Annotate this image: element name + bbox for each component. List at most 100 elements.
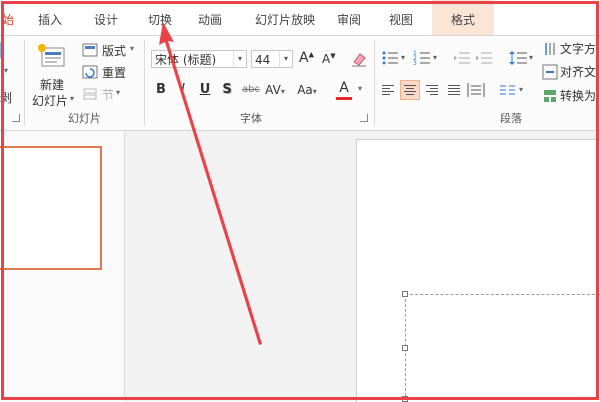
justify-icon: [448, 85, 460, 97]
left-partial-label[interactable]: 剥: [0, 89, 12, 106]
font-color-button[interactable]: A: [336, 80, 352, 100]
italic-button[interactable]: I: [176, 80, 190, 100]
font-color-label: A: [339, 80, 349, 96]
align-right-button[interactable]: [422, 80, 442, 100]
title-placeholder[interactable]: [405, 294, 600, 401]
shrink-font-label: A: [322, 52, 331, 66]
clipboard-launcher-icon[interactable]: [12, 114, 20, 122]
new-slide-dropdown-icon: ▾: [70, 94, 75, 103]
bullets-dropdown-icon[interactable]: ▾: [401, 53, 405, 62]
tab-review[interactable]: 审阅: [326, 0, 372, 35]
tab-insert[interactable]: 插入: [24, 0, 76, 35]
numbering-icon: 123: [413, 50, 430, 67]
tab-transitions[interactable]: 切换: [134, 0, 186, 35]
align-center-icon: [404, 85, 416, 97]
align-left-icon: [382, 85, 394, 97]
font-launcher-icon[interactable]: [360, 114, 368, 122]
layout-icon: [82, 43, 98, 57]
bullets-icon: [382, 51, 398, 65]
columns-button[interactable]: [498, 80, 518, 100]
text-direction-button[interactable]: 文字方: [542, 40, 600, 58]
align-left-button[interactable]: [378, 80, 398, 100]
char-spacing-button[interactable]: AV▾: [264, 80, 286, 100]
font-size-dropdown-icon[interactable]: ▾: [279, 51, 292, 67]
section-button[interactable]: 节 ▾: [82, 86, 138, 104]
layout-dropdown-icon: ▾: [130, 44, 135, 53]
columns-dropdown-icon[interactable]: ▾: [519, 85, 523, 94]
section-dropdown-icon: ▾: [116, 88, 121, 97]
reset-button[interactable]: 重置: [82, 64, 138, 82]
line-spacing-icon: [509, 51, 527, 65]
grow-font-button[interactable]: A▲: [299, 50, 314, 66]
slide-thumbnail[interactable]: [0, 146, 102, 270]
section-icon: [83, 88, 97, 100]
dropdown-arrow: ▾: [4, 66, 9, 75]
numbering-button[interactable]: 123: [412, 48, 432, 68]
grow-font-label: A: [299, 50, 309, 66]
tab-animations[interactable]: 动画: [184, 0, 236, 35]
justify-button[interactable]: [444, 80, 464, 100]
font-size-combo[interactable]: 44 ▾: [251, 50, 293, 68]
align-text-icon: [542, 64, 558, 80]
tab-slideshow[interactable]: 幻灯片放映: [242, 0, 328, 35]
change-case-button[interactable]: Aa▾: [294, 80, 320, 100]
resize-handle[interactable]: [402, 396, 408, 402]
tab-home[interactable]: 始: [0, 0, 16, 35]
increase-indent-icon: [476, 52, 492, 64]
paste-icon-partial[interactable]: [0, 42, 4, 58]
new-slide-button[interactable]: 新建 幻灯片 ▾: [30, 40, 76, 108]
align-center-button[interactable]: [400, 80, 420, 100]
convert-smartart-button[interactable]: 转换为: [542, 87, 600, 105]
text-direction-label: 文字方: [560, 42, 597, 56]
slides-group-label: 幻灯片: [68, 112, 101, 125]
font-name-combo[interactable]: 宋体 (标题) ▾: [151, 50, 247, 68]
align-right-icon: [426, 85, 438, 97]
decrease-indent-button[interactable]: [452, 48, 472, 68]
group-separator: [144, 40, 145, 126]
clear-format-icon[interactable]: [350, 50, 368, 68]
increase-indent-button[interactable]: [474, 48, 494, 68]
section-label: 节: [102, 88, 115, 102]
bold-button[interactable]: B: [154, 80, 168, 100]
layout-label: 版式: [102, 44, 127, 58]
font-name-dropdown-icon[interactable]: ▾: [233, 51, 246, 67]
distributed-button[interactable]: [466, 80, 486, 100]
font-name-value: 宋体 (标题): [155, 53, 217, 67]
font-size-value: 44: [255, 53, 271, 67]
resize-handle[interactable]: [402, 291, 408, 297]
line-spacing-dropdown-icon[interactable]: ▾: [529, 53, 533, 62]
align-text-button[interactable]: 对齐文: [542, 63, 600, 81]
underline-button[interactable]: U: [198, 80, 212, 100]
shadow-button[interactable]: S: [220, 80, 234, 100]
decrease-indent-icon: [454, 52, 470, 64]
numbering-dropdown-icon[interactable]: ▾: [433, 53, 437, 62]
tab-view[interactable]: 视图: [378, 0, 424, 35]
new-slide-icon: [38, 44, 65, 67]
change-case-dropdown-icon: ▾: [312, 87, 317, 96]
new-slide-label-1: 新建: [40, 78, 65, 92]
font-color-dropdown-icon[interactable]: ▾: [358, 84, 362, 93]
shrink-font-button[interactable]: A▼: [322, 52, 336, 66]
reset-icon: [82, 65, 98, 79]
tab-format[interactable]: 格式: [432, 0, 494, 35]
bullets-button[interactable]: [380, 48, 400, 68]
font-color-swatch: [336, 97, 352, 100]
tab-design[interactable]: 设计: [80, 0, 132, 35]
svg-text:3: 3: [413, 60, 417, 67]
layout-button[interactable]: 版式 ▾: [82, 42, 138, 60]
group-separator: [24, 40, 25, 126]
distributed-icon: [467, 83, 485, 97]
convert-smartart-label: 转换为: [560, 89, 597, 103]
ribbon-tab-bar: 始 插入 设计 切换 动画 幻灯片放映 审阅 视图 格式: [0, 0, 600, 36]
char-spacing-dropdown-icon: ▾: [280, 87, 285, 96]
change-case-label: Aa: [297, 83, 313, 97]
char-spacing-label: AV: [265, 83, 281, 97]
strikethrough-button[interactable]: abc: [240, 80, 262, 100]
columns-icon: [500, 85, 515, 95]
line-spacing-button[interactable]: [508, 48, 528, 68]
reset-label: 重置: [102, 66, 127, 80]
paragraph-group-label: 段落: [500, 112, 522, 125]
ribbon: ▾ 剥 新建 幻灯片 ▾ 版式 ▾ 重置 节 ▾ 幻灯片 宋体 (标题) ▾ 4…: [0, 36, 600, 131]
resize-handle[interactable]: [402, 345, 408, 351]
smartart-icon: [544, 90, 556, 102]
